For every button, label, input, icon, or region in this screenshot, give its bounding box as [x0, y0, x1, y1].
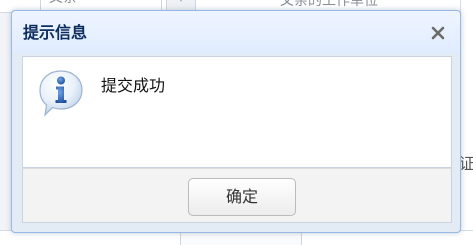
background-field-label: 父亲 — [49, 0, 77, 7]
ok-button[interactable]: 确定 — [188, 178, 296, 216]
background-bottom-input — [180, 232, 302, 245]
info-icon — [37, 68, 85, 120]
dialog-title: 提示信息 — [23, 23, 88, 42]
dialog-footer: 确定 — [22, 168, 452, 223]
alert-dialog: 提示信息 提交成功 确定 — [11, 10, 461, 233]
dialog-body: 提交成功 — [22, 56, 452, 168]
close-icon — [431, 26, 445, 40]
dialog-message: 提交成功 — [101, 76, 166, 95]
background-right-edge-text: 证 — [459, 154, 473, 173]
background-right-column — [460, 0, 473, 245]
close-button[interactable] — [428, 23, 448, 43]
background-field-label-right: 父亲的工作单位 — [280, 0, 378, 9]
screen: 父亲 ▾ 父亲的工作单位 证 提示信息 — [0, 0, 473, 245]
dialog-header: 提示信息 — [12, 11, 460, 53]
